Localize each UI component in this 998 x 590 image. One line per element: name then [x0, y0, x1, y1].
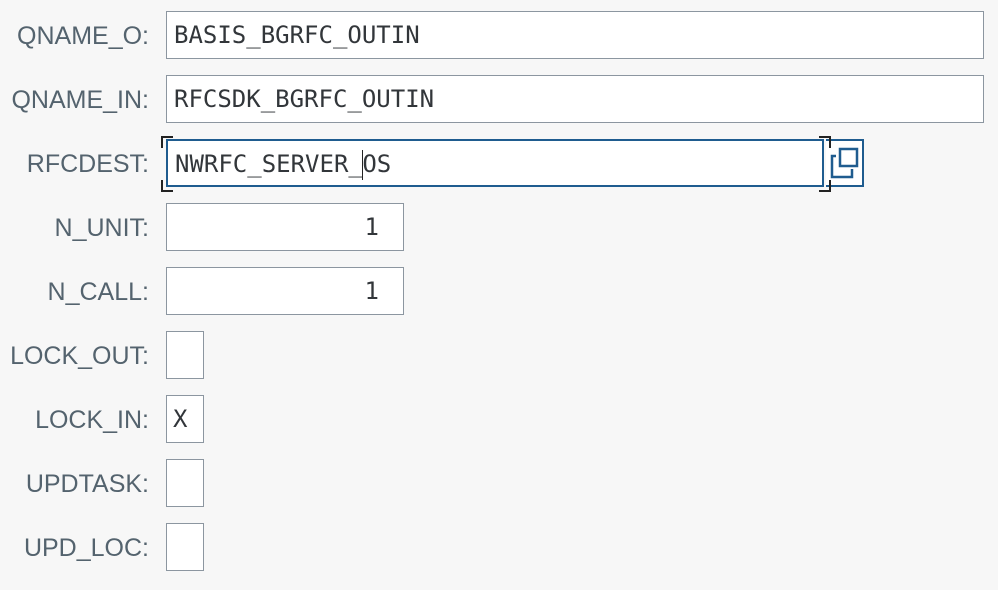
updtask-input[interactable]	[166, 459, 204, 507]
lock-out-label: LOCK_OUT:	[10, 342, 149, 370]
n-unit-label: N_UNIT:	[54, 214, 149, 242]
lock-in-label: LOCK_IN:	[35, 406, 149, 434]
qname-o-label: QNAME_O:	[17, 22, 149, 50]
focus-corner-top-right	[819, 136, 831, 148]
n-call-label: N_CALL:	[47, 278, 149, 306]
focus-corner-bottom-left	[161, 180, 173, 192]
n-unit-input[interactable]: 1	[166, 203, 404, 251]
value-help-button[interactable]	[826, 139, 864, 187]
row-updtask: UPDTASK:	[0, 459, 998, 523]
qname-in-label: QNAME_IN:	[11, 86, 149, 114]
row-n-unit: N_UNIT: 1	[0, 203, 998, 267]
row-qname-o: QNAME_O: BASIS_BGRFC_OUTIN	[0, 11, 998, 75]
row-qname-in: QNAME_IN: RFCSDK_BGRFC_OUTIN	[0, 75, 998, 139]
updtask-label: UPDTASK:	[25, 470, 149, 498]
row-rfcdest: RFCDEST: NWRFC_SERVER_OS	[0, 136, 998, 203]
lock-out-input[interactable]	[166, 331, 204, 379]
rfcdest-input[interactable]: NWRFC_SERVER_OS	[166, 139, 824, 187]
parameter-form: QNAME_O: BASIS_BGRFC_OUTIN QNAME_IN: RFC…	[0, 0, 998, 590]
n-call-input[interactable]: 1	[166, 267, 404, 315]
row-lock-in: LOCK_IN: X	[0, 395, 998, 459]
upd-loc-label: UPD_LOC:	[23, 534, 149, 562]
rfcdest-label: RFCDEST:	[26, 150, 149, 178]
row-n-call: N_CALL: 1	[0, 267, 998, 331]
row-lock-out: LOCK_OUT:	[0, 331, 998, 395]
qname-o-input[interactable]: BASIS_BGRFC_OUTIN	[166, 11, 984, 59]
upd-loc-input[interactable]	[166, 523, 204, 571]
qname-in-input[interactable]: RFCSDK_BGRFC_OUTIN	[166, 75, 984, 123]
row-upd-loc: UPD_LOC:	[0, 523, 998, 587]
rfcdest-value-after-caret: OS	[362, 150, 392, 178]
focus-corner-bottom-right	[819, 180, 831, 192]
lock-in-input[interactable]: X	[166, 395, 204, 443]
value-help-icon	[830, 147, 859, 179]
rfcdest-value-before-caret: NWRFC_SERVER_	[175, 150, 363, 178]
focus-corner-top-left	[161, 136, 173, 148]
